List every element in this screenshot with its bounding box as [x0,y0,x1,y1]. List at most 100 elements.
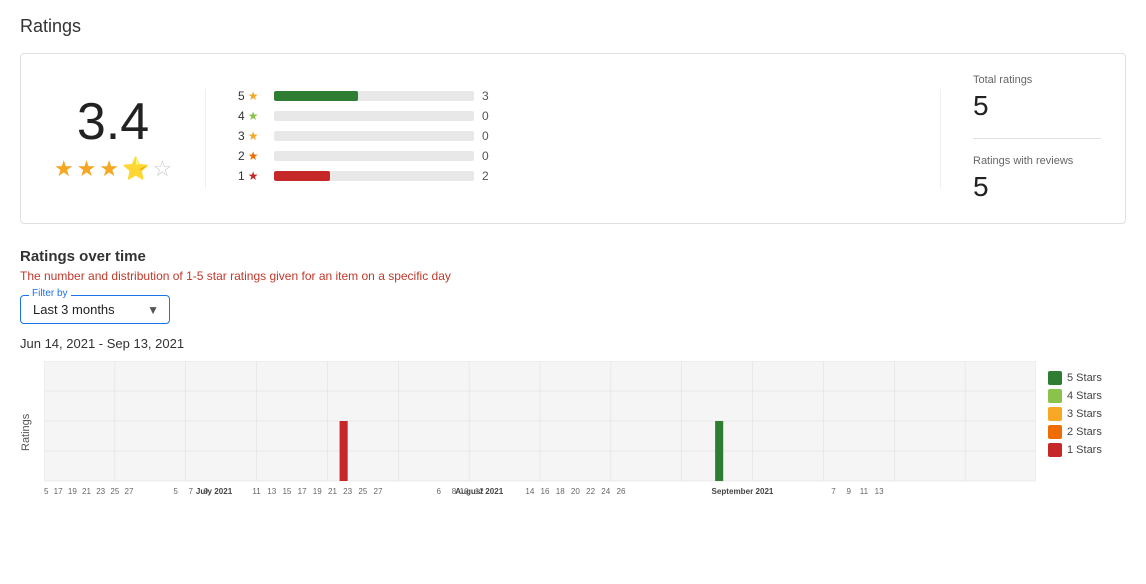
bar-row-3: 3 ★ 0 [238,129,908,143]
svg-text:6: 6 [437,487,442,496]
legend-color-2stars [1048,425,1062,439]
legend-2stars: 2 Stars [1048,425,1126,439]
legend-label-3stars: 3 Stars [1067,408,1102,420]
star-3: ★ [99,156,119,182]
svg-text:21: 21 [328,487,338,496]
svg-text:13: 13 [267,487,277,496]
svg-text:27: 27 [374,487,384,496]
svg-text:17: 17 [298,487,308,496]
svg-text:11: 11 [252,487,261,496]
star-4: ⭐ [122,156,149,182]
svg-text:18: 18 [556,487,566,496]
totals-divider [973,138,1101,139]
filter-label: Filter by [29,288,71,299]
legend-1stars: 1 Stars [1048,443,1126,457]
chart-svg: 1.5 1.0 0.5 0.0 [44,361,1036,501]
svg-text:17: 17 [54,487,64,496]
svg-text:24: 24 [601,487,611,496]
date-range-label: Jun 14, 2021 - Sep 13, 2021 [20,336,1126,351]
bar-track-2 [274,151,474,161]
svg-text:19: 19 [68,487,78,496]
bar-label-3: 3 ★ [238,129,266,143]
svg-text:25: 25 [358,487,368,496]
bar-label-4: 4 ★ [238,109,266,123]
svg-text:21: 21 [82,487,92,496]
svg-text:7: 7 [189,487,194,496]
svg-text:14: 14 [525,487,535,496]
totals-section: Total ratings 5 Ratings with reviews 5 [941,74,1101,203]
svg-text:26: 26 [616,487,626,496]
star-5: ☆ [152,156,172,182]
reviews-item: Ratings with reviews 5 [973,155,1101,203]
svg-text:22: 22 [586,487,596,496]
legend-label-5stars: 5 Stars [1067,372,1102,384]
legend-label-4stars: 4 Stars [1067,390,1102,402]
svg-text:19: 19 [313,487,323,496]
svg-text:27: 27 [125,487,135,496]
legend-color-1stars [1048,443,1062,457]
bar-star-3: ★ [248,129,259,143]
bar-fill-1 [274,171,330,181]
bar-count-1: 2 [482,169,498,183]
filter-dropdown[interactable]: Filter by Last 3 months ▼ [20,295,170,324]
legend-color-5stars [1048,371,1062,385]
stars-display: ★ ★ ★ ⭐ ☆ [54,156,172,182]
rating-bars-section: 5 ★ 3 4 ★ 0 3 [205,89,941,189]
bar-star-4: ★ [248,109,259,123]
legend-5stars: 5 Stars [1048,371,1126,385]
legend-4stars: 4 Stars [1048,389,1126,403]
bar-star-2: ★ [248,149,259,163]
legend-color-4stars [1048,389,1062,403]
page-container: Ratings 3.4 ★ ★ ★ ⭐ ☆ 5 ★ [0,0,1146,520]
svg-text:September 2021: September 2021 [711,487,774,496]
svg-text:8: 8 [452,487,457,496]
section-subtitle: The number and distribution of 1-5 star … [20,269,1126,283]
reviews-label: Ratings with reviews [973,155,1101,167]
bar-count-4: 0 [482,109,498,123]
svg-text:23: 23 [96,487,106,496]
svg-text:7: 7 [831,487,836,496]
ratings-over-time-section: Ratings over time The number and distrib… [20,248,1126,504]
legend-label-1stars: 1 Stars [1067,444,1102,456]
bar-count-5: 3 [482,89,498,103]
svg-text:9: 9 [204,487,209,496]
svg-text:13: 13 [875,487,885,496]
bar-star-1: ★ [248,169,259,183]
bar-count-3: 0 [482,129,498,143]
svg-text:16: 16 [541,487,551,496]
svg-text:15: 15 [44,487,49,496]
legend-3stars: 3 Stars [1048,407,1126,421]
chart-container: Ratings 1.5 1.0 0.5 0.0 [20,361,1126,504]
bar-row-1: 1 ★ 2 [238,169,908,183]
y-axis-label: Ratings [20,361,40,504]
bar-track-1 [274,171,474,181]
star-1: ★ [54,156,74,182]
bar-row-5: 5 ★ 3 [238,89,908,103]
ratings-summary-card: 3.4 ★ ★ ★ ⭐ ☆ 5 ★ 3 [20,53,1126,224]
bar-track-4 [274,111,474,121]
bar-label-1: 1 ★ [238,169,266,183]
reviews-value: 5 [973,171,989,202]
svg-text:July 2021: July 2021 [196,487,233,496]
bar-label-5: 5 ★ [238,89,266,103]
bar-track-5 [274,91,474,101]
bar-label-2: 2 ★ [238,149,266,163]
svg-text:20: 20 [571,487,581,496]
total-ratings-label: Total ratings [973,74,1101,86]
legend-label-2stars: 2 Stars [1067,426,1102,438]
total-ratings-value: 5 [973,90,989,121]
bar-row-4: 4 ★ 0 [238,109,908,123]
filter-value: Last 3 months [33,302,115,317]
svg-text:15: 15 [282,487,292,496]
chevron-down-icon: ▼ [147,303,159,317]
star-2: ★ [77,156,97,182]
svg-text:5: 5 [173,487,178,496]
bar-track-3 [274,131,474,141]
bar-fill-5 [274,91,358,101]
svg-text:12: 12 [475,487,485,496]
section-title: Ratings over time [20,248,1126,265]
svg-text:11: 11 [860,487,869,496]
chart-inner: 1.5 1.0 0.5 0.0 [44,361,1036,504]
svg-text:25: 25 [110,487,120,496]
svg-text:10: 10 [460,487,470,496]
